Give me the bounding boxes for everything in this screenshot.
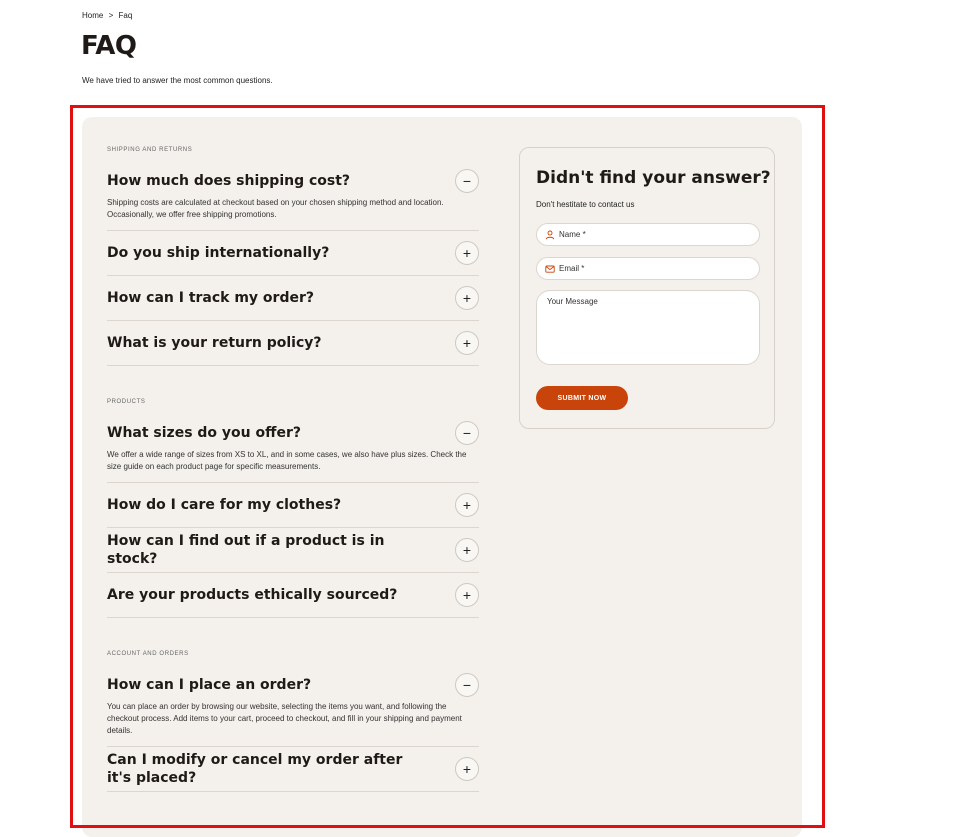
name-field[interactable]: Name * bbox=[536, 223, 760, 246]
collapse-icon[interactable]: − bbox=[455, 421, 479, 445]
user-icon bbox=[545, 230, 555, 240]
faq-question: How can I track my order? bbox=[107, 290, 314, 306]
breadcrumb-current: Faq bbox=[118, 11, 133, 20]
faq-question-row[interactable]: What is your return policy? + bbox=[107, 321, 479, 365]
faq-item: How can I track my order? + bbox=[107, 276, 479, 321]
faq-answer: We offer a wide range of sizes from XS t… bbox=[107, 450, 467, 471]
contact-title: Didn't find your answer? bbox=[536, 168, 771, 188]
faq-question-row[interactable]: Are your products ethically sourced? + bbox=[107, 573, 479, 617]
faq-question: How much does shipping cost? bbox=[107, 173, 351, 189]
expand-icon[interactable]: + bbox=[455, 286, 479, 310]
faq-item: What sizes do you offer? − We offer a wide… bbox=[107, 411, 479, 483]
faq-item: How much does shipping cost? − Shipping co… bbox=[107, 159, 479, 231]
contact-form: Didn't find your answer? Don't hestitate… bbox=[519, 147, 775, 429]
section-label: SHIPPING AND RETURNS bbox=[107, 147, 193, 153]
faq-item: Do you ship internationally? + bbox=[107, 231, 479, 276]
faq-item: How can I find out if a product is in st… bbox=[107, 528, 479, 573]
faq-item: What is your return policy? + bbox=[107, 321, 479, 366]
faq-question: How do I care for my clothes? bbox=[107, 497, 342, 513]
faq-question-row[interactable]: How can I find out if a product is in st… bbox=[107, 528, 479, 572]
faq-question-row[interactable]: How can I track my order? + bbox=[107, 276, 479, 320]
expand-icon[interactable]: + bbox=[455, 757, 479, 781]
collapse-icon[interactable]: − bbox=[455, 673, 479, 697]
section-label: ACCOUNT AND ORDERS bbox=[107, 651, 189, 657]
faq-item: How do I care for my clothes? + bbox=[107, 483, 479, 528]
message-textarea[interactable]: Your Message bbox=[536, 290, 760, 365]
faq-question: How can I find out if a product is in st… bbox=[107, 533, 385, 567]
message-placeholder: Your Message bbox=[547, 297, 598, 306]
breadcrumb-home[interactable]: Home bbox=[82, 11, 103, 20]
page-subtitle: We have tried to answer the most common … bbox=[82, 76, 273, 85]
faq-question: Are your products ethically sourced? bbox=[107, 587, 398, 603]
breadcrumb-separator: > bbox=[108, 11, 114, 20]
faq-question: Do you ship internationally? bbox=[107, 245, 330, 261]
expand-icon[interactable]: + bbox=[455, 538, 479, 562]
expand-icon[interactable]: + bbox=[455, 583, 479, 607]
email-field-placeholder: Email * bbox=[559, 264, 585, 273]
expand-icon[interactable]: + bbox=[455, 493, 479, 517]
mail-icon bbox=[545, 264, 555, 274]
faq-question: Can I modify or cancel my order after it… bbox=[107, 752, 403, 786]
faq-question: What is your return policy? bbox=[107, 335, 322, 351]
faq-question-row[interactable]: Do you ship internationally? + bbox=[107, 231, 479, 275]
faq-question: What sizes do you offer? bbox=[107, 425, 301, 441]
faq-item: How can I place an order? − You can place … bbox=[107, 663, 479, 747]
page-title: FAQ bbox=[81, 31, 137, 61]
faq-list: SHIPPING AND RETURNS How much does shippi… bbox=[107, 147, 479, 792]
faq-answer: Shipping costs are calculated at checkou… bbox=[107, 198, 444, 219]
email-field[interactable]: Email * bbox=[536, 257, 760, 280]
submit-button[interactable]: SUBMIT NOW bbox=[536, 386, 628, 410]
contact-subtitle: Don't hestitate to contact us bbox=[536, 200, 635, 209]
faq-item: Are your products ethically sourced? + bbox=[107, 573, 479, 618]
name-field-placeholder: Name * bbox=[559, 230, 586, 239]
faq-section: PRODUCTS What sizes do you offer? − We offe… bbox=[107, 399, 479, 618]
collapse-icon[interactable]: − bbox=[455, 169, 479, 193]
expand-icon[interactable]: + bbox=[455, 331, 479, 355]
faq-section: SHIPPING AND RETURNS How much does shippi… bbox=[107, 147, 479, 366]
expand-icon[interactable]: + bbox=[455, 241, 479, 265]
breadcrumb: Home > Faq bbox=[82, 11, 135, 20]
faq-answer: You can place an order by browsing our w… bbox=[107, 702, 462, 735]
faq-question: How can I place an order? bbox=[107, 677, 312, 693]
faq-section: ACCOUNT AND ORDERS How can I place an ord… bbox=[107, 651, 479, 792]
faq-item: Can I modify or cancel my order after it… bbox=[107, 747, 479, 792]
section-label: PRODUCTS bbox=[107, 399, 146, 405]
faq-question-row[interactable]: Can I modify or cancel my order after it… bbox=[107, 747, 479, 791]
faq-question-row[interactable]: How do I care for my clothes? + bbox=[107, 483, 479, 527]
